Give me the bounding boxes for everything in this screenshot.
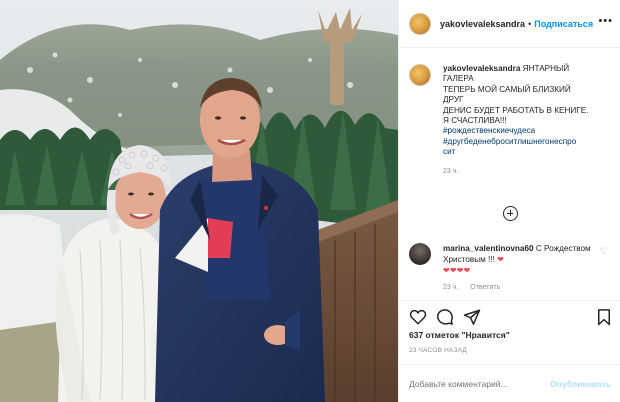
hashtag-part: сит bbox=[443, 147, 456, 157]
hashtag-link[interactable]: #другбеденеброситлишнегонеспро сит bbox=[443, 137, 614, 158]
comment-input[interactable] bbox=[409, 378, 551, 389]
comment-meta: 23 ч. Ответить bbox=[443, 284, 614, 291]
heart-outline-icon[interactable]: ♡ bbox=[600, 246, 608, 257]
caption-line: ДЕНИС БУДЕТ РАБОТАТЬ В КЕНИГЕ. bbox=[443, 105, 589, 115]
caption-line: ТЕПЕРЬ МОЙ САМЫЙ БЛИЗКИЙ bbox=[443, 84, 571, 94]
heart-outline-icon[interactable] bbox=[409, 308, 427, 326]
comments-section[interactable]: yakovlevaleksandra ЯНТАРНЫЙ ГАЛЕРА ТЕПЕР… bbox=[399, 48, 620, 300]
caption-line: Я СЧАСТЛИВА!!! bbox=[443, 116, 507, 126]
caption-line: ЯНТАРНЫЙ bbox=[522, 64, 570, 73]
hashtag-link[interactable]: #рождественскиечудеса bbox=[443, 126, 614, 136]
post-caption: yakovlevaleksandra ЯНТАРНЫЙ ГАЛЕРА ТЕПЕР… bbox=[409, 64, 614, 175]
reply-button[interactable]: Ответить bbox=[470, 284, 500, 291]
caption-line: ДРУГ bbox=[443, 95, 464, 105]
author-avatar[interactable] bbox=[409, 12, 431, 35]
comment-icon[interactable] bbox=[436, 308, 454, 326]
more-dots-icon[interactable]: ••• bbox=[598, 15, 613, 27]
post-date[interactable]: 23 ЧАСОВ НАЗАД bbox=[409, 347, 467, 354]
comment-text: marina_valentinovna60 С Рождеством Христ… bbox=[443, 243, 596, 276]
add-comment-bar: Опубликовать bbox=[399, 364, 620, 402]
likes-count[interactable]: 637 отметок "Нравится" bbox=[409, 330, 510, 340]
caption-time[interactable]: 23 ч. bbox=[443, 168, 614, 175]
follow-button[interactable]: Подписаться bbox=[534, 19, 593, 29]
comment-time[interactable]: 23 ч. bbox=[443, 284, 458, 291]
caption-line: ГАЛЕРА bbox=[443, 74, 474, 84]
plus-circle-icon[interactable] bbox=[503, 206, 518, 221]
hearts-emoji-line: ❤❤❤❤ bbox=[443, 266, 471, 275]
share-icon[interactable] bbox=[463, 308, 481, 326]
caption-avatar[interactable] bbox=[409, 64, 431, 86]
post-photo[interactable] bbox=[0, 0, 398, 402]
heart-emoji: ❤ bbox=[497, 255, 505, 264]
post-header: yakovlevaleksandra • Подписаться ••• bbox=[399, 0, 620, 48]
caption-text: yakovlevaleksandra ЯНТАРНЫЙ ГАЛЕРА ТЕПЕР… bbox=[443, 64, 614, 158]
commenter-avatar[interactable] bbox=[409, 243, 431, 265]
publish-button[interactable]: Опубликовать bbox=[550, 379, 611, 389]
shirt-print-red bbox=[208, 218, 233, 258]
hashtag-part: #другбеденеброситлишнегонеспро bbox=[443, 136, 577, 146]
bookmark-icon[interactable] bbox=[595, 308, 613, 326]
header-separator: • bbox=[528, 18, 532, 29]
caption-username[interactable]: yakovlevaleksandra bbox=[443, 64, 520, 73]
action-bar bbox=[399, 300, 620, 330]
post-photo-image bbox=[0, 0, 398, 402]
author-username[interactable]: yakovlevaleksandra bbox=[440, 19, 525, 29]
comment-item: marina_valentinovna60 С Рождеством Христ… bbox=[409, 243, 614, 291]
commenter-username[interactable]: marina_valentinovna60 bbox=[443, 244, 534, 253]
post-side-panel: yakovlevaleksandra • Подписаться ••• yak… bbox=[398, 0, 620, 402]
